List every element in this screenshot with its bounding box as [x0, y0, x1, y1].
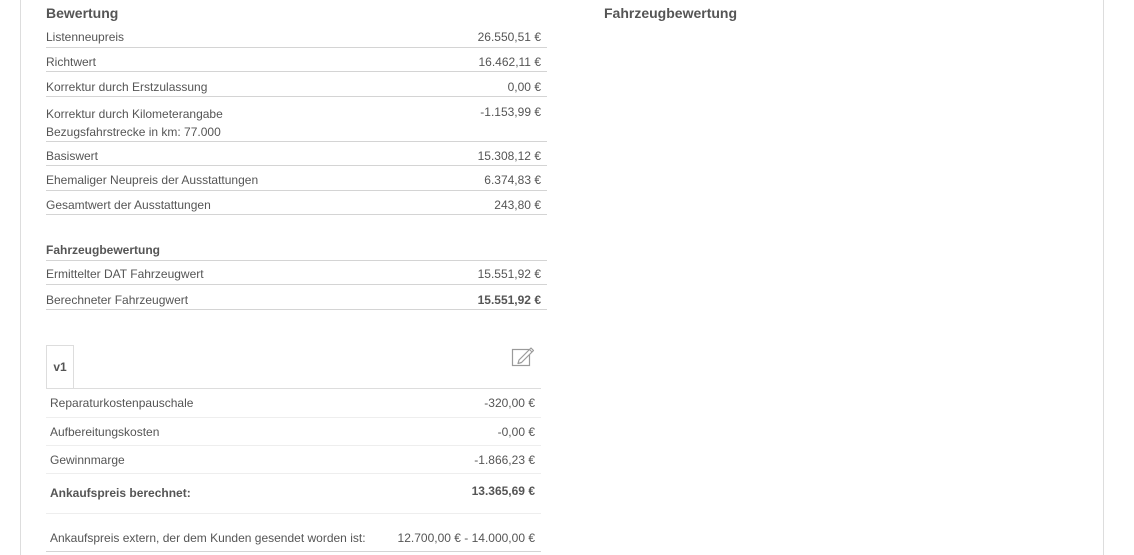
- row-value: 26.550,51 €: [426, 25, 547, 48]
- row-label: Korrektur durch Erstzulassung: [46, 71, 426, 97]
- bewertung-title: Bewertung: [46, 5, 119, 21]
- table-row: Korrektur durch Kilometerangabe Bezugsfa…: [46, 96, 547, 142]
- total-row: Ankaufspreis berechnet: 13.365,69 €: [46, 473, 541, 514]
- row-label: Reparaturkostenpauschale: [46, 389, 386, 418]
- version-tab-v1[interactable]: v1: [46, 345, 74, 388]
- fahrzeugwert-table: Ermittelter DAT Fahrzeugwert 15.551,92 €…: [46, 261, 547, 310]
- table-row: Listenneupreis 26.550,51 €: [46, 25, 547, 48]
- row-label: Richtwert: [46, 47, 426, 72]
- fahrzeugbewertung-title: Fahrzeugbewertung: [604, 5, 738, 21]
- table-row: Berechneter Fahrzeugwert 15.551,92 €: [46, 284, 547, 310]
- row-label: Berechneter Fahrzeugwert: [46, 284, 426, 310]
- row-value: 16.462,11 €: [426, 47, 547, 72]
- panel-border-left: [20, 0, 21, 555]
- row-value: 243,80 €: [426, 190, 547, 215]
- table-row: Gesamtwert der Ausstattungen 243,80 €: [46, 190, 547, 215]
- row-value: 0,00 €: [426, 71, 547, 97]
- row-label: Listenneupreis: [46, 25, 426, 48]
- row-value: -0,00 €: [386, 417, 541, 446]
- extern-label: Ankaufspreis extern, der dem Kunden gese…: [46, 529, 386, 552]
- panel-border-right: [1103, 0, 1104, 555]
- total-value: 13.365,69 €: [386, 473, 541, 514]
- row-label: Basiswert: [46, 141, 426, 166]
- table-row: Gewinnmarge -1.866,23 €: [46, 445, 541, 474]
- row-label: Korrektur durch Kilometerangabe: [46, 106, 223, 121]
- bewertung-table: Listenneupreis 26.550,51 € Richtwert 16.…: [46, 25, 547, 215]
- row-label: Aufbereitungskosten: [46, 417, 386, 446]
- row-value: 6.374,83 €: [426, 165, 547, 191]
- row-sublabel: Bezugsfahrstrecke in km: 77.000: [46, 124, 221, 139]
- row-value: -1.153,99 €: [426, 96, 547, 142]
- table-row: Ehemaliger Neupreis der Ausstattungen 6.…: [46, 165, 547, 191]
- table-row: Reparaturkostenpauschale -320,00 €: [46, 389, 541, 418]
- row-value: 15.551,92 €: [426, 261, 547, 285]
- row-label: Ehemaliger Neupreis der Ausstattungen: [46, 165, 426, 191]
- row-value: 15.551,92 €: [426, 284, 547, 310]
- fahrzeugbewertung-subtitle: Fahrzeugbewertung: [46, 243, 161, 257]
- spacer-row: [46, 513, 541, 529]
- row-label: Gesamtwert der Ausstattungen: [46, 190, 426, 215]
- table-row: Ankaufspreis extern, der dem Kunden gese…: [46, 529, 541, 552]
- table-row: Basiswert 15.308,12 €: [46, 141, 547, 166]
- row-label-multiline: Korrektur durch Kilometerangabe Bezugsfa…: [46, 96, 426, 142]
- version-table: Reparaturkostenpauschale -320,00 € Aufbe…: [46, 389, 541, 552]
- extern-value: 12.700,00 € - 14.000,00 €: [386, 529, 541, 552]
- row-label: Gewinnmarge: [46, 445, 386, 474]
- row-label: Ermittelter DAT Fahrzeugwert: [46, 261, 426, 285]
- table-row: Richtwert 16.462,11 €: [46, 47, 547, 72]
- total-label: Ankaufspreis berechnet:: [46, 473, 386, 514]
- table-row: Ermittelter DAT Fahrzeugwert 15.551,92 €: [46, 261, 547, 285]
- edit-icon[interactable]: [511, 345, 535, 367]
- row-value: 15.308,12 €: [426, 141, 547, 166]
- row-value: -320,00 €: [386, 389, 541, 418]
- table-row: Aufbereitungskosten -0,00 €: [46, 417, 541, 446]
- table-row: Korrektur durch Erstzulassung 0,00 €: [46, 71, 547, 97]
- row-value: -1.866,23 €: [386, 445, 541, 474]
